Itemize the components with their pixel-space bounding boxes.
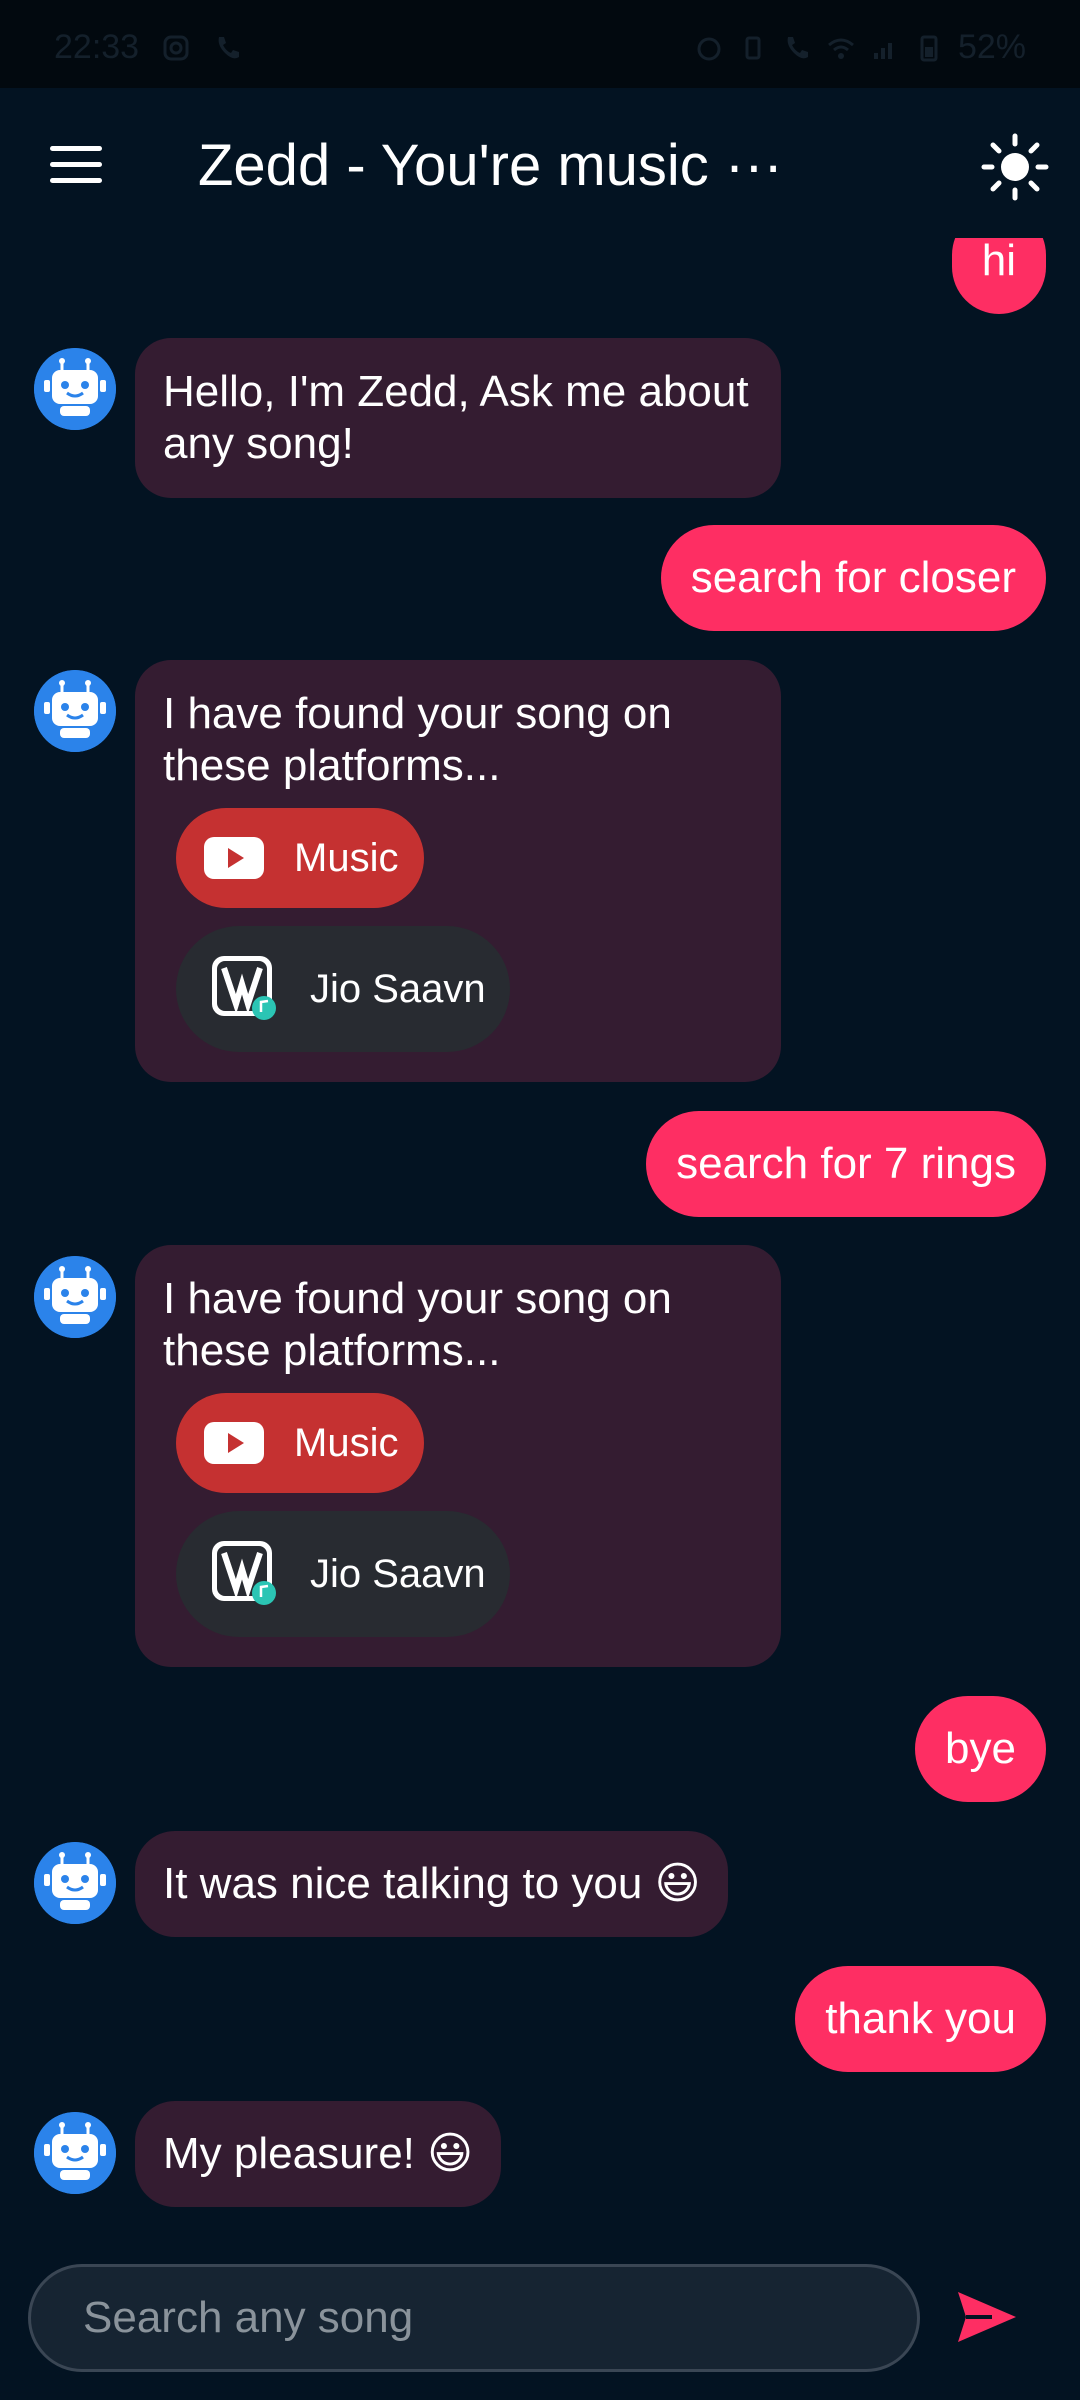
user-message: hi bbox=[951, 238, 1046, 314]
robot-icon bbox=[34, 670, 116, 752]
send-icon[interactable] bbox=[952, 2282, 1022, 2352]
message-text: I have found your song on these platform… bbox=[163, 689, 672, 790]
jiosaavn-icon bbox=[212, 1541, 276, 1605]
jiosaavn-button[interactable]: Jio Saavn bbox=[176, 1511, 510, 1637]
message-text: It was nice talking to you 😃 bbox=[163, 1859, 701, 1908]
youtube-music-button[interactable]: Music bbox=[176, 1393, 424, 1493]
youtube-icon bbox=[204, 837, 264, 879]
message-text: search for 7 rings bbox=[676, 1139, 1016, 1188]
battery-icon bbox=[920, 35, 938, 61]
youtube-label: Music bbox=[294, 1421, 399, 1465]
youtube-label: Music bbox=[294, 836, 399, 880]
sun-icon[interactable] bbox=[980, 132, 1050, 202]
status-time: 22:33 bbox=[54, 28, 140, 66]
hamburger-line bbox=[50, 162, 102, 167]
user-message: search for 7 rings bbox=[646, 1111, 1046, 1217]
jiosaavn-label: Jio Saavn bbox=[310, 967, 486, 1011]
signal-icon bbox=[873, 42, 892, 59]
youtube-music-button[interactable]: Music bbox=[176, 808, 424, 908]
search-input[interactable] bbox=[28, 2264, 920, 2372]
message-text: bye bbox=[945, 1724, 1016, 1773]
message-text: hi bbox=[981, 238, 1016, 285]
robot-icon bbox=[34, 2112, 116, 2194]
instagram-icon bbox=[163, 35, 189, 60]
bot-message: I have found your song on these platform… bbox=[135, 1245, 781, 1667]
status-bar: 22:33 52% bbox=[0, 0, 1080, 88]
app-header: Zedd - You're music ··· bbox=[0, 88, 1080, 238]
bot-message: I have found your song on these platform… bbox=[135, 660, 781, 1082]
call-icon bbox=[787, 36, 808, 58]
jiosaavn-label: Jio Saavn bbox=[310, 1552, 486, 1596]
message-text: I have found your song on these platform… bbox=[163, 1274, 672, 1375]
robot-icon bbox=[34, 1842, 116, 1924]
message-text: My pleasure! 😃 bbox=[163, 2129, 473, 2178]
robot-icon bbox=[34, 1256, 116, 1338]
message-text: Hello, I'm Zedd, Ask me about any song! bbox=[163, 367, 749, 468]
user-message: thank you bbox=[795, 1966, 1046, 2072]
battery-percent: 52% bbox=[957, 28, 1026, 66]
bot-message: It was nice talking to you 😃 bbox=[135, 1831, 729, 1937]
status-right: 52% bbox=[694, 28, 1026, 67]
vibrate-icon bbox=[745, 36, 761, 59]
message-text: thank you bbox=[825, 1994, 1016, 2043]
user-message: bye bbox=[915, 1696, 1046, 1802]
wifi-icon bbox=[827, 38, 854, 59]
youtube-icon bbox=[204, 1422, 264, 1464]
clip-region: hi bbox=[0, 238, 1080, 318]
hamburger-menu-icon bbox=[50, 146, 102, 151]
menu-button[interactable] bbox=[50, 146, 102, 186]
hamburger-line bbox=[50, 178, 102, 183]
message-text: search for closer bbox=[690, 553, 1016, 602]
jiosaavn-icon bbox=[212, 956, 276, 1020]
bot-message: My pleasure! 😃 bbox=[135, 2101, 501, 2207]
bot-message: Hello, I'm Zedd, Ask me about any song! bbox=[135, 338, 781, 498]
robot-icon bbox=[34, 348, 116, 430]
phone-icon bbox=[218, 36, 240, 58]
user-message: search for closer bbox=[660, 525, 1046, 631]
jiosaavn-button[interactable]: Jio Saavn bbox=[176, 926, 510, 1052]
alarm-icon bbox=[697, 37, 721, 60]
page-title: Zedd - You're music ··· bbox=[198, 133, 783, 198]
status-left: 22:33 bbox=[54, 28, 243, 67]
